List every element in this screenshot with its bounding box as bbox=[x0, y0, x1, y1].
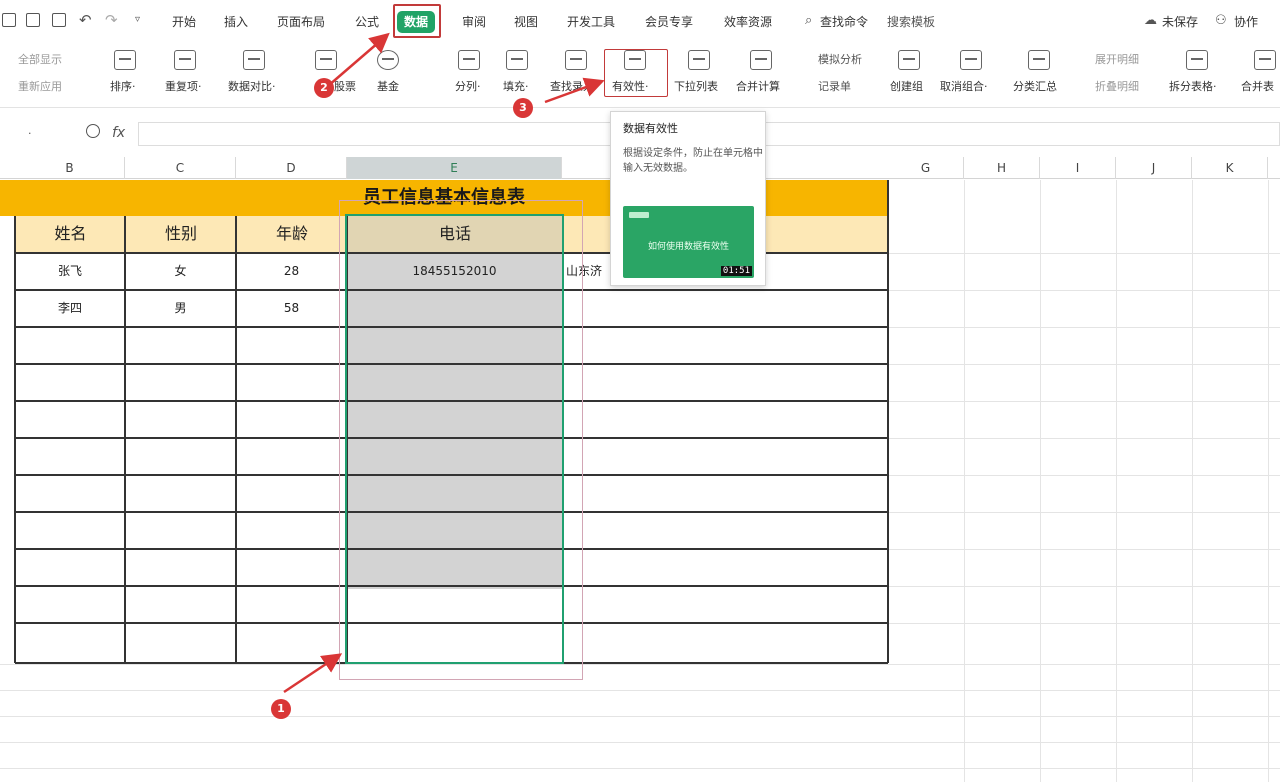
step-badge-1: 1 bbox=[271, 699, 291, 719]
annotation-arrows bbox=[283, 32, 605, 694]
spreadsheet-app: ↶ ↷ ▿ 开始 插入 页面布局 公式 数据 审阅 视图 开发工具 会员专享 效… bbox=[0, 0, 1280, 782]
arrow-to-data-tab bbox=[327, 32, 390, 87]
arrow-to-validity bbox=[544, 77, 605, 104]
arrow-to-selection bbox=[283, 653, 343, 694]
step-badge-2: 2 bbox=[314, 78, 334, 98]
step-badge-3: 3 bbox=[513, 98, 533, 118]
